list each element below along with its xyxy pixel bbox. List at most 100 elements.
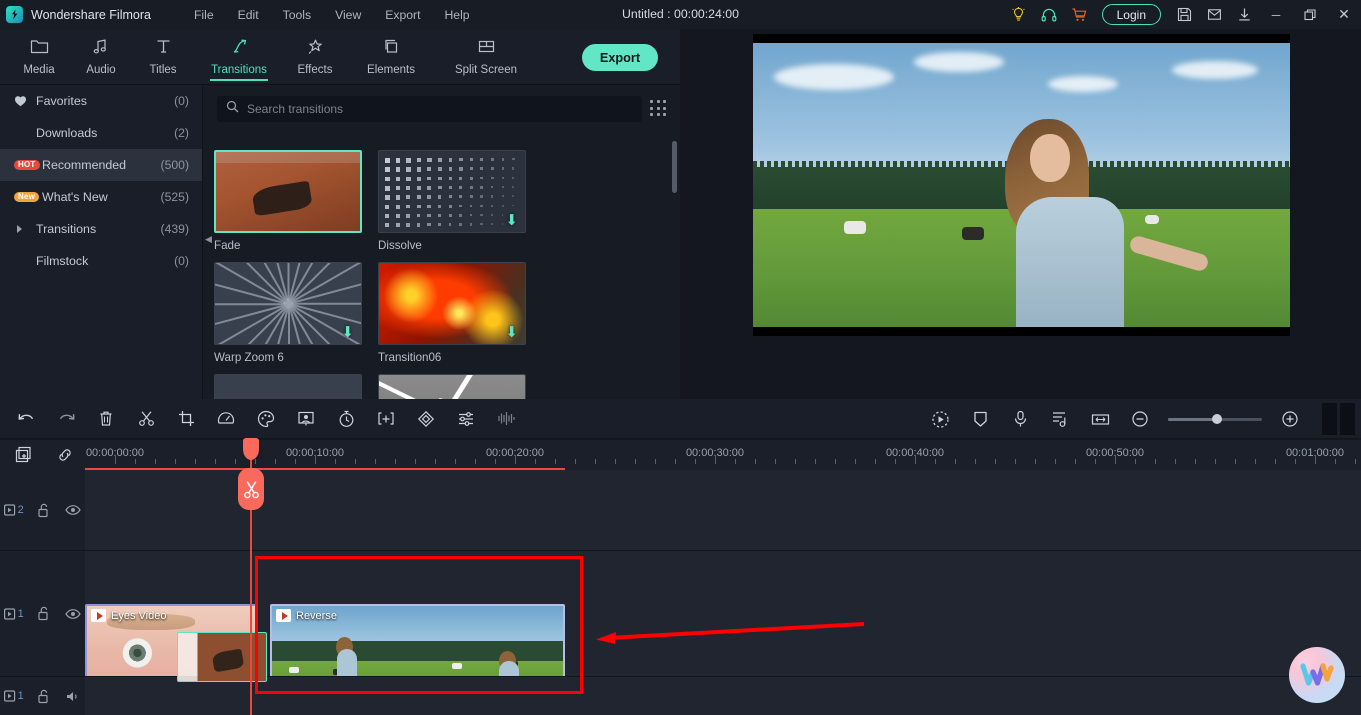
zoom-out-button[interactable]	[1120, 399, 1160, 439]
menu-edit[interactable]: Edit	[226, 4, 271, 26]
unlock-icon[interactable]	[32, 606, 56, 621]
tab-media[interactable]: Media	[8, 31, 70, 83]
menu-file[interactable]: File	[182, 4, 226, 26]
ruler-tick	[955, 459, 956, 464]
green-screen-icon[interactable]	[286, 399, 326, 439]
transition-item-partial-2[interactable]	[378, 374, 526, 399]
split-scissors-icon[interactable]	[126, 399, 166, 439]
eye-visible-icon[interactable]	[61, 504, 85, 516]
sidebar-item-recommended[interactable]: HOT Recommended (500)	[0, 149, 202, 181]
tab-split-screen[interactable]: Split Screen	[436, 31, 536, 83]
delete-trash-icon[interactable]	[86, 399, 126, 439]
ruler-tick	[615, 459, 616, 464]
download-icon[interactable]: ⬇	[505, 325, 518, 340]
transition-thumbnail[interactable]: ✣ ⬇	[214, 262, 362, 345]
headphone-support-icon[interactable]	[1034, 0, 1064, 29]
save-icon[interactable]	[1169, 0, 1199, 29]
transition-item-dissolve[interactable]: ⬇ Dissolve	[378, 150, 526, 252]
maximize-button[interactable]	[1293, 0, 1327, 29]
ruler-tick	[1115, 455, 1116, 464]
clip-label: Reverse	[276, 609, 337, 622]
transition-thumbnail[interactable]: ⬇	[378, 150, 526, 233]
main-tab-bar: Media Audio Titles Transitions Effects E…	[0, 29, 680, 85]
fit-timeline-icon[interactable]	[1080, 399, 1120, 439]
menu-view[interactable]: View	[323, 4, 373, 26]
track-2-body[interactable]	[85, 470, 1361, 550]
export-button[interactable]: Export	[582, 44, 658, 71]
track-header-2[interactable]: 2	[0, 470, 85, 550]
panel-collapse-arrow[interactable]: ◀	[204, 233, 213, 245]
login-button[interactable]: Login	[1101, 4, 1161, 25]
crop-icon[interactable]	[166, 399, 206, 439]
search-box[interactable]	[217, 96, 642, 122]
marker-shield-icon[interactable]	[960, 399, 1000, 439]
fade-transition-on-clip[interactable]	[177, 632, 267, 682]
ruler-tick	[355, 459, 356, 464]
link-clips-icon[interactable]	[45, 440, 86, 470]
timeline-ruler[interactable]: 00:00:00:00 00:00:10:00 00:00:20:00 00:00:3…	[85, 440, 1361, 470]
redo-icon[interactable]	[46, 399, 86, 439]
add-media-icon[interactable]	[4, 440, 45, 470]
tab-audio[interactable]: Audio	[70, 31, 132, 83]
add-marker-icon[interactable]	[366, 399, 406, 439]
menu-export[interactable]: Export	[373, 4, 432, 26]
menu-tools[interactable]: Tools	[271, 4, 323, 26]
voiceover-mic-icon[interactable]	[1000, 399, 1040, 439]
zoom-slider-knob[interactable]	[1211, 414, 1222, 424]
track-audio-body[interactable]	[85, 677, 1361, 715]
transition-item-warp-zoom-6[interactable]: ✣ ⬇ Warp Zoom 6	[214, 262, 362, 364]
track-header-1[interactable]: 1	[0, 551, 85, 676]
adjust-sliders-icon[interactable]	[446, 399, 486, 439]
sidebar-item-favorites[interactable]: Favorites (0)	[0, 85, 202, 117]
download-icon[interactable]: ⬇	[505, 213, 518, 228]
sidebar-item-downloads[interactable]: Downloads (2)	[0, 117, 202, 149]
ruler-tick	[155, 459, 156, 464]
sidebar-item-transitions[interactable]: Transitions (439)	[0, 213, 202, 245]
minimize-button[interactable]: ─	[1259, 0, 1293, 29]
transition-thumbnail[interactable]	[378, 374, 526, 399]
transition-item-transition06[interactable]: ⬇ Transition06	[378, 262, 526, 364]
mail-icon[interactable]	[1199, 0, 1229, 29]
audio-waveform-icon[interactable]	[486, 399, 526, 439]
playhead-handle[interactable]	[243, 438, 259, 460]
tab-media-label: Media	[23, 63, 55, 76]
search-input[interactable]	[247, 102, 633, 116]
speed-gauge-icon[interactable]	[206, 399, 246, 439]
menu-help[interactable]: Help	[433, 4, 482, 26]
tab-elements[interactable]: Elements	[346, 31, 436, 83]
transition-thumbnail[interactable]: ↑	[214, 374, 362, 399]
transition-item-fade[interactable]: Fade	[214, 150, 362, 252]
timeline-zoom-slider[interactable]	[1168, 414, 1262, 424]
download-icon[interactable]	[1229, 0, 1259, 29]
tab-effects[interactable]: Effects	[284, 31, 346, 83]
undo-icon[interactable]	[6, 399, 46, 439]
grid-view-icon[interactable]	[650, 100, 668, 118]
unlock-icon[interactable]	[32, 503, 56, 518]
expand-triangle-icon[interactable]	[14, 225, 36, 233]
sidebar-item-filmstock[interactable]: Filmstock (0)	[0, 245, 202, 277]
speaker-icon[interactable]	[61, 690, 85, 703]
video-preview[interactable]	[753, 34, 1290, 336]
zoom-in-button[interactable]	[1270, 399, 1310, 439]
panel-scrollbar[interactable]	[672, 141, 677, 386]
eye-visible-icon[interactable]	[61, 608, 85, 620]
track-header-audio-1[interactable]: 1	[0, 677, 85, 715]
render-preview-icon[interactable]	[920, 399, 960, 439]
transition-item-partial-1[interactable]: ↑	[214, 374, 362, 399]
app-logo	[0, 0, 28, 29]
download-icon[interactable]: ⬇	[341, 325, 354, 340]
shopping-cart-icon[interactable]	[1064, 0, 1094, 29]
keyframe-diamond-icon[interactable]	[406, 399, 446, 439]
duration-timer-icon[interactable]	[326, 399, 366, 439]
tab-titles[interactable]: Titles	[132, 31, 194, 83]
transition-thumbnail[interactable]	[214, 150, 362, 233]
unlock-icon[interactable]	[32, 689, 56, 704]
tab-transitions[interactable]: Transitions	[194, 31, 284, 83]
color-palette-icon[interactable]	[246, 399, 286, 439]
audio-mixer-icon[interactable]	[1040, 399, 1080, 439]
transition-name: Warp Zoom 6	[214, 351, 284, 364]
lightbulb-icon[interactable]	[1004, 0, 1034, 29]
sidebar-item-whats-new[interactable]: New What's New (525)	[0, 181, 202, 213]
close-button[interactable]: ✕	[1327, 0, 1361, 29]
transition-thumbnail[interactable]: ⬇	[378, 262, 526, 345]
